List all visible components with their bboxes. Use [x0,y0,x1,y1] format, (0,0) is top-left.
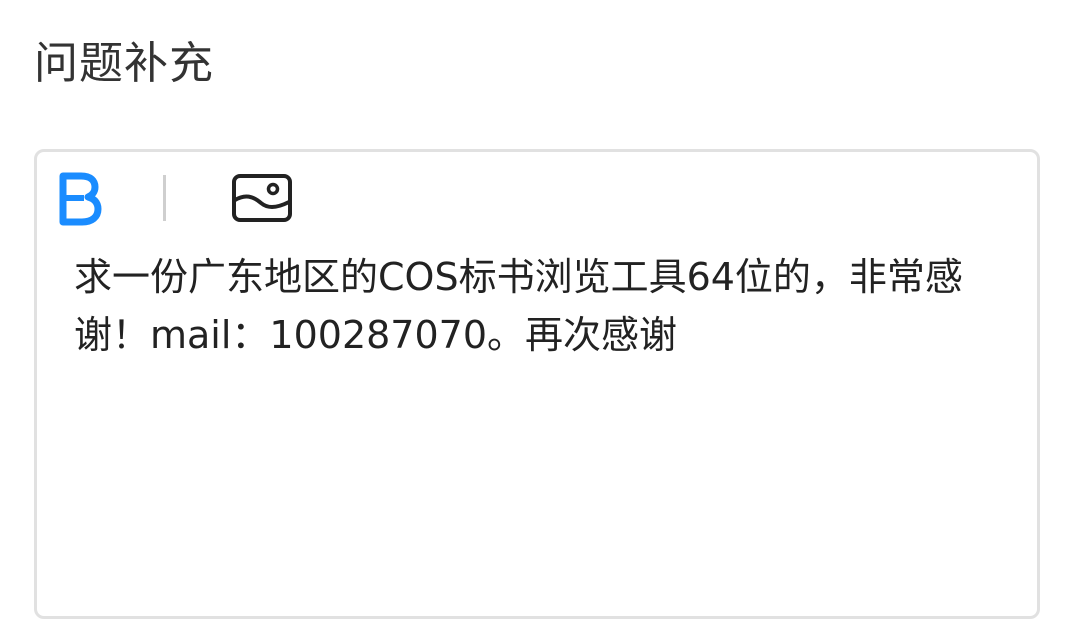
bold-button[interactable] [57,172,103,226]
rich-text-editor[interactable]: 求一份广东地区的COS标书浏览工具64位的，非常感谢！mail：10028707… [34,149,1040,619]
editor-toolbar [37,152,1037,242]
insert-image-button[interactable] [231,172,293,224]
editor-content[interactable]: 求一份广东地区的COS标书浏览工具64位的，非常感谢！mail：10028707… [74,248,1014,364]
image-icon [232,174,292,222]
bold-icon [59,172,102,226]
toolbar-divider [163,175,166,221]
section-title: 问题补充 [34,38,214,89]
